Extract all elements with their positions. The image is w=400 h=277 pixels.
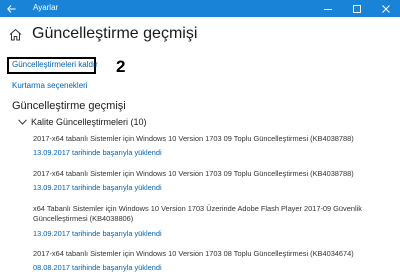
- history-section-title: Güncelleştirme geçmişi: [12, 100, 126, 112]
- maximize-button[interactable]: [348, 0, 366, 17]
- home-icon: [9, 28, 21, 40]
- uninstall-updates-link[interactable]: Güncelleştirmeleri kaldır: [12, 59, 98, 71]
- step-number-annotation: 2: [116, 57, 126, 76]
- close-button[interactable]: [377, 0, 395, 17]
- page-header: Güncelleştirme geçmişi: [0, 17, 400, 55]
- close-icon: [382, 4, 390, 13]
- update-entry-title[interactable]: x64 Tabanlı Sistemler için Windows 10 Ve…: [33, 204, 388, 224]
- update-entry-status[interactable]: 13.09.2017 tarihinde başarıyla yüklendi: [33, 183, 162, 193]
- title-bar: Ayarlar: [0, 0, 400, 17]
- back-button[interactable]: [0, 0, 22, 17]
- update-entry-title[interactable]: 2017-x64 tabanlı Sistemler için Windows …: [33, 169, 388, 179]
- update-entry-title[interactable]: 2017-x64 tabanlı Sistemler için Windows …: [33, 134, 388, 144]
- chevron-down-icon: [18, 118, 27, 127]
- maximize-icon: [353, 4, 361, 13]
- update-entry-status[interactable]: 13.09.2017 tarihinde başarıyla yüklendi: [33, 148, 162, 158]
- quality-updates-group-toggle[interactable]: Kalite Güncelleştirmeleri (10): [18, 115, 147, 129]
- recovery-options-link[interactable]: Kurtarma seçenekleri: [12, 80, 88, 91]
- window-title: Ayarlar: [33, 3, 59, 12]
- update-entry-status[interactable]: 13.09.2017 tarihinde başarıyla yüklendi: [33, 229, 162, 239]
- quality-updates-group-label: Kalite Güncelleştirmeleri (10): [31, 117, 147, 127]
- back-arrow-icon: [6, 4, 15, 13]
- minimize-icon: [324, 8, 332, 10]
- minimize-button[interactable]: [319, 0, 337, 17]
- home-button[interactable]: [8, 27, 22, 41]
- update-entry-title[interactable]: 2017-x64 tabanlı Sistemler için Windows …: [33, 249, 388, 259]
- page-title: Güncelleştirme geçmişi: [32, 25, 198, 42]
- update-entry-status[interactable]: 08.08.2017 tarihinde başarıyla yüklendi: [33, 263, 162, 273]
